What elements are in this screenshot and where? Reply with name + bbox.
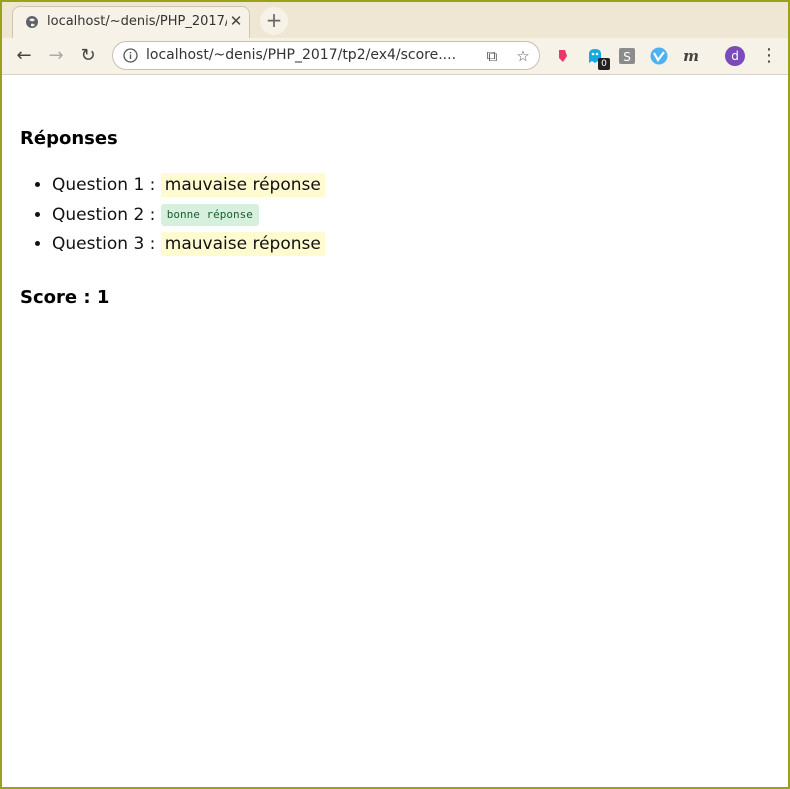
tab-title: localhost/~denis/PHP_2017/tp2/ex4/score.…	[47, 14, 227, 29]
vimeo-extension-icon[interactable]	[649, 46, 669, 66]
question-label: Question 1 :	[52, 175, 156, 195]
svg-text:S: S	[623, 50, 631, 64]
list-item: Question 3 : mauvaise réponse	[52, 230, 325, 260]
page-content: Réponses Question 1 : mauvaise réponse Q…	[2, 75, 788, 787]
m-extension-icon[interactable]: m	[681, 46, 701, 66]
extension-badge: 0	[598, 58, 610, 70]
back-icon[interactable]: ←	[10, 42, 38, 70]
info-icon[interactable]	[123, 48, 138, 63]
list-item: Question 1 : mauvaise réponse	[52, 171, 325, 201]
reload-icon[interactable]: ↻	[74, 42, 102, 70]
toolbar: ← → ↻ localhost/~denis/PHP_2017/tp2/ex4/…	[2, 38, 788, 75]
answers-heading: Réponses	[20, 128, 118, 149]
answers-list: Question 1 : mauvaise réponse Question 2…	[2, 171, 325, 260]
translate-icon[interactable]: ⧉	[483, 47, 501, 65]
close-tab-icon[interactable]: ✕	[227, 12, 245, 30]
menu-icon[interactable]: ⋮	[760, 42, 778, 70]
question-label: Question 3 :	[52, 234, 156, 254]
score-heading: Score : 1	[20, 287, 110, 308]
pocket-extension-icon[interactable]	[553, 46, 573, 66]
answer-result-good: bonne réponse	[160, 203, 259, 226]
forward-icon[interactable]: →	[42, 42, 70, 70]
globe-icon	[26, 16, 38, 28]
tab-strip: localhost/~denis/PHP_2017/tp2/ex4/score.…	[2, 2, 788, 38]
bookmark-star-icon[interactable]: ☆	[514, 47, 532, 65]
active-tab[interactable]: localhost/~denis/PHP_2017/tp2/ex4/score.…	[12, 6, 250, 38]
list-item: Question 2 : bonne réponse	[52, 201, 325, 231]
answer-result-bad: mauvaise réponse	[160, 173, 325, 197]
address-bar[interactable]: localhost/~denis/PHP_2017/tp2/ex4/score.…	[112, 41, 540, 70]
profile-avatar[interactable]: d	[725, 46, 745, 66]
svg-text:m: m	[683, 47, 699, 65]
browser-window: localhost/~denis/PHP_2017/tp2/ex4/score.…	[0, 0, 790, 789]
answer-result-bad: mauvaise réponse	[160, 232, 325, 256]
new-tab-button[interactable]: +	[260, 7, 288, 35]
url-text: localhost/~denis/PHP_2017/tp2/ex4/score.…	[146, 47, 457, 63]
question-label: Question 2 :	[52, 204, 156, 225]
s-extension-icon[interactable]: S	[617, 46, 637, 66]
